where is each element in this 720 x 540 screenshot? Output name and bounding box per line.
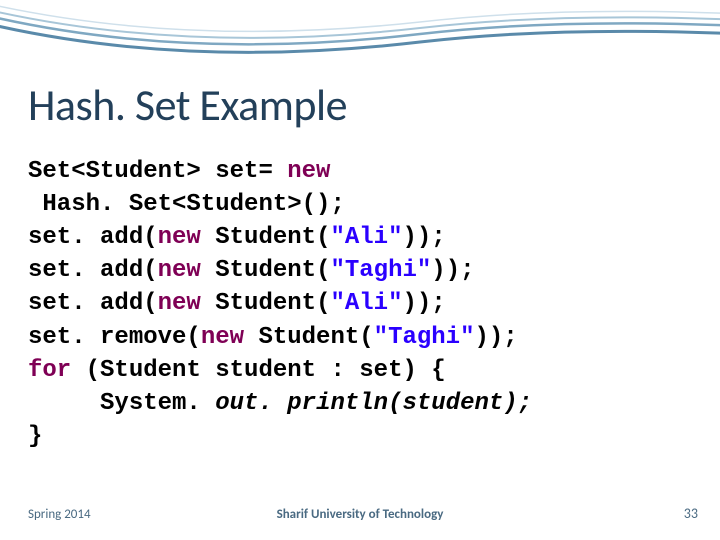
code-t: Student( (201, 290, 331, 317)
slide-title: Hash. Set Example (28, 78, 347, 132)
kw-new: new (158, 290, 201, 317)
code-t: set. add( (28, 290, 158, 317)
code-t: Student( (201, 224, 331, 251)
code-t: Set<Student> set= (28, 158, 287, 185)
code-t: set. remove( (28, 324, 201, 351)
str: "Ali" (330, 224, 402, 251)
code-t: )); (475, 324, 518, 351)
code-t: Hash. Set<Student>(); (28, 191, 345, 218)
code-t: (Student student : set) { (71, 357, 445, 384)
code-t: set. add( (28, 224, 158, 251)
kw-for: for (28, 357, 71, 384)
str: "Taghi" (330, 257, 431, 284)
code-t: )); (402, 290, 445, 317)
kw-new: new (158, 224, 201, 251)
code-t: System. (28, 390, 215, 417)
footer-institution: Sharif University of Technology (277, 507, 444, 522)
footer-date: Spring 2014 (28, 507, 91, 522)
out: out (215, 390, 258, 417)
kw-new: new (158, 257, 201, 284)
code-t: } (28, 423, 42, 450)
kw-new: new (201, 324, 244, 351)
header-swoosh (0, 0, 720, 80)
code-t: Student( (201, 257, 331, 284)
code-block: Set<Student> set= new Hash. Set<Student>… (28, 155, 532, 453)
str: "Taghi" (374, 324, 475, 351)
str: "Ali" (330, 290, 402, 317)
code-t: )); (431, 257, 474, 284)
code-t: Student( (244, 324, 374, 351)
code-t: set. add( (28, 257, 158, 284)
kw-new: new (287, 158, 330, 185)
println: . println(student); (258, 390, 532, 417)
code-t: )); (402, 224, 445, 251)
page-number: 33 (684, 505, 698, 522)
